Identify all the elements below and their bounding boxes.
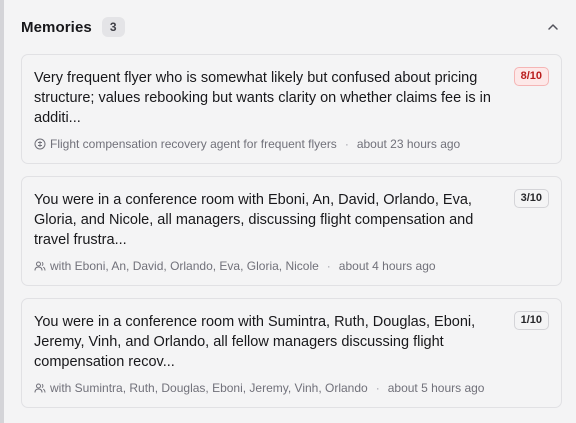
people-icon — [34, 382, 46, 394]
memory-text: You were in a conference room with Sumin… — [34, 314, 476, 370]
memories-header: Memories 3 — [21, 16, 562, 38]
memory-score-badge: 8/10 — [513, 67, 549, 86]
memory-text: Very frequent flyer who is somewhat like… — [34, 70, 491, 126]
memory-time: about 23 hours ago — [356, 137, 461, 151]
meta-separator: · — [375, 381, 380, 395]
memory-card[interactable]: You were in a conference room with Eboni… — [21, 176, 562, 286]
memory-time: about 5 hours ago — [387, 381, 485, 395]
memory-score-badge: 1/10 — [513, 311, 549, 330]
memory-meta: Flight compensation recovery agent for f… — [34, 137, 460, 151]
meta-separator: · — [344, 137, 349, 151]
memories-panel: Memories 3 Very frequent flyer who is so… — [4, 0, 576, 423]
memories-count-badge: 3 — [101, 17, 125, 37]
memory-card[interactable]: You were in a conference room with Sumin… — [21, 298, 562, 408]
memory-context: with Eboni, An, David, Orlando, Eva, Glo… — [50, 259, 319, 273]
memory-context: with Sumintra, Ruth, Douglas, Eboni, Jer… — [50, 381, 368, 395]
memory-meta: with Sumintra, Ruth, Douglas, Eboni, Jer… — [34, 381, 484, 395]
memory-context: Flight compensation recovery agent for f… — [50, 137, 337, 151]
memories-title: Memories — [21, 18, 92, 36]
meta-separator: · — [326, 259, 331, 273]
memory-score-badge: 3/10 — [513, 189, 549, 208]
collapse-chevron-up-icon[interactable] — [544, 18, 562, 36]
people-icon — [34, 260, 46, 272]
memory-card[interactable]: Very frequent flyer who is somewhat like… — [21, 54, 562, 164]
memory-meta: with Eboni, An, David, Orlando, Eva, Glo… — [34, 259, 436, 273]
memory-text: You were in a conference room with Eboni… — [34, 192, 474, 248]
memory-time: about 4 hours ago — [338, 259, 436, 273]
agent-icon — [34, 138, 46, 150]
